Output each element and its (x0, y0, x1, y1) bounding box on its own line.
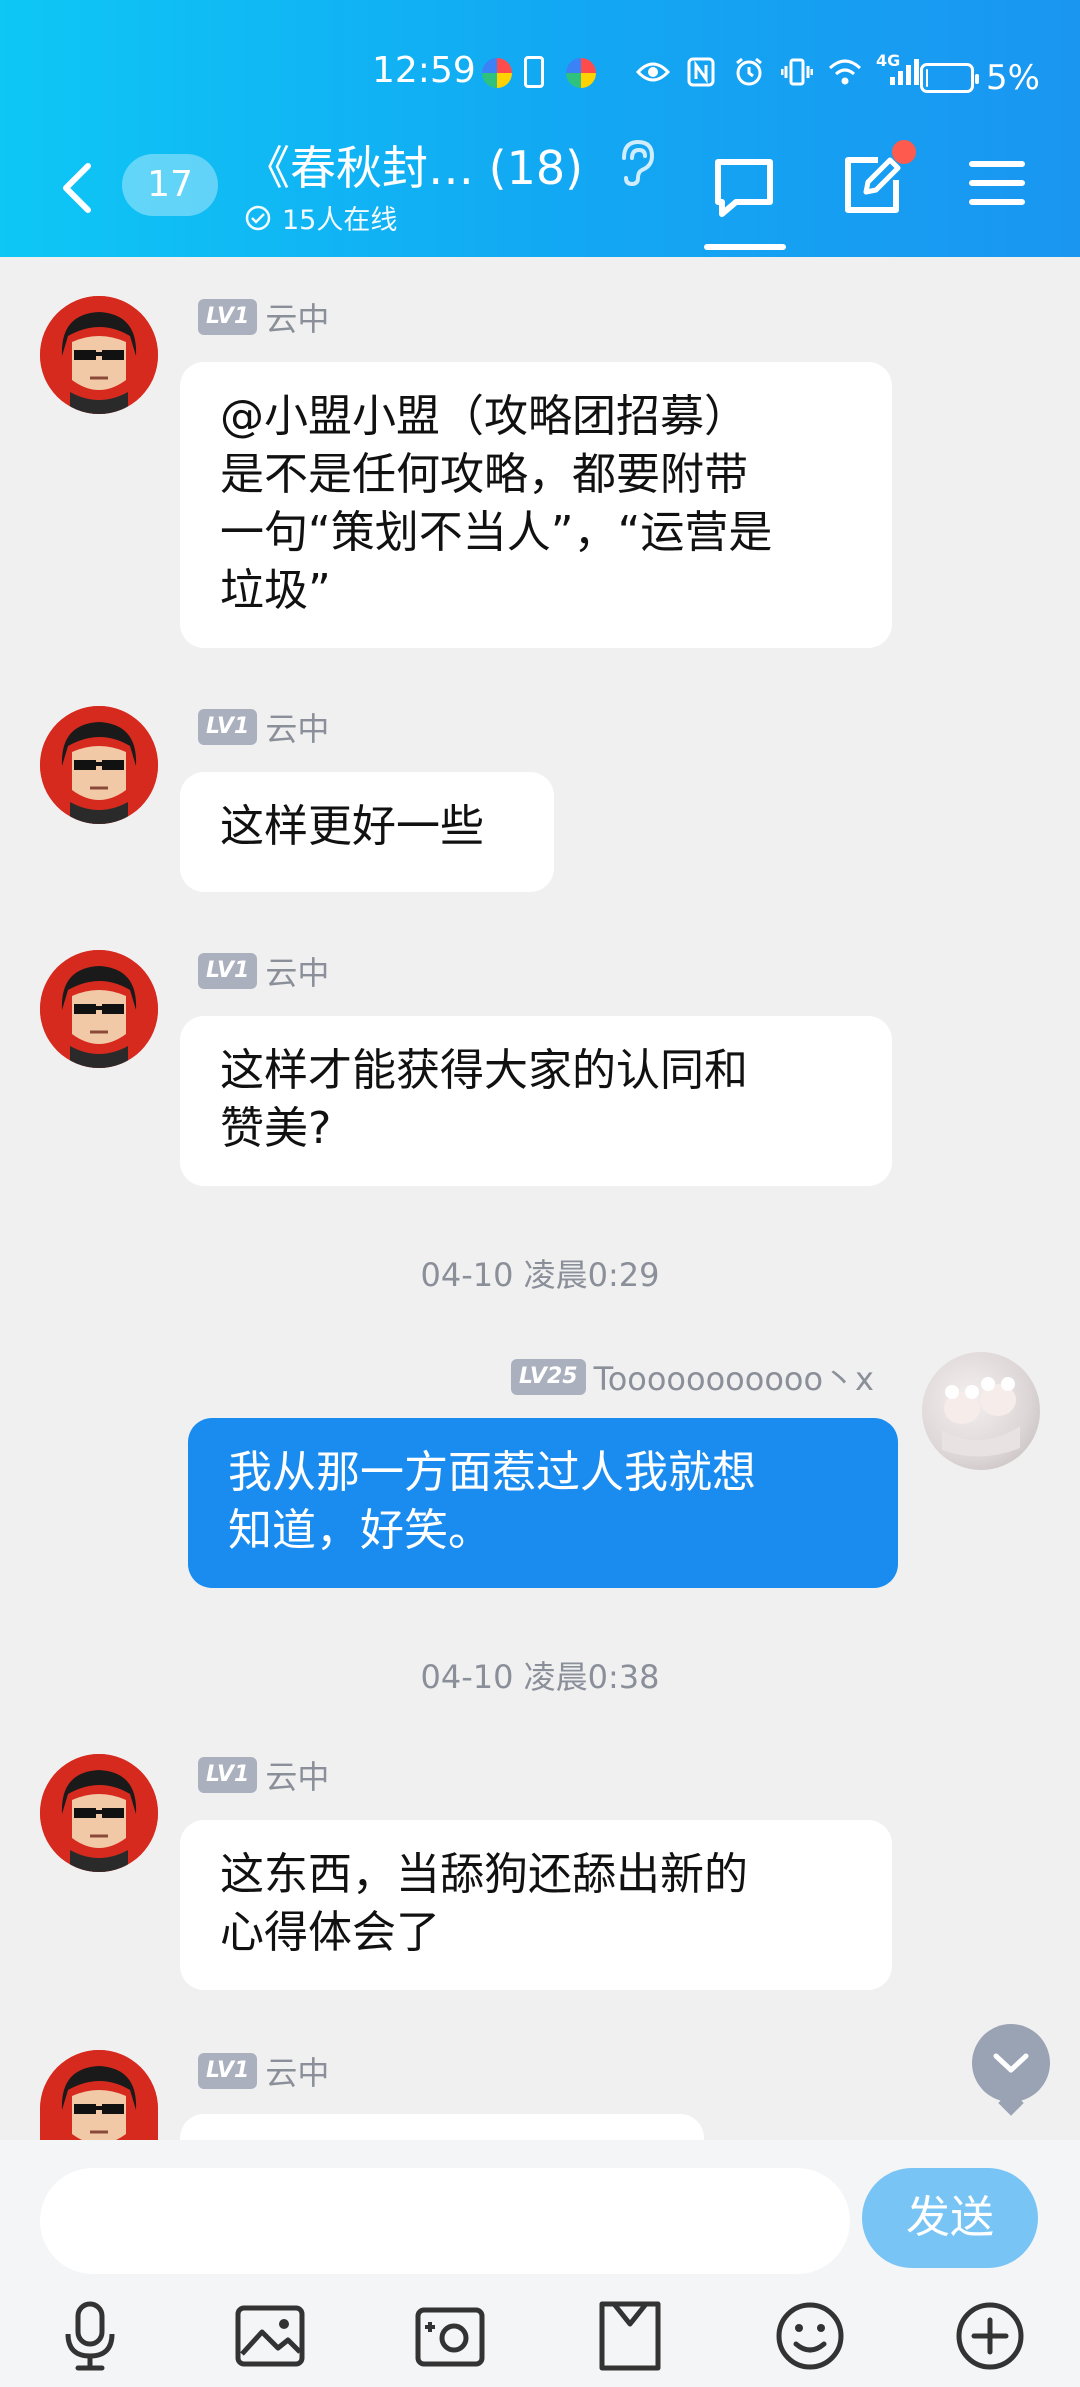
header: 12:59 4G 5% 17 《春秋封… (18) 15人在线 (0, 0, 1080, 257)
notification-dot (892, 140, 916, 164)
sunglasses-avatar-icon (40, 296, 158, 414)
chat-tab[interactable] (712, 156, 776, 218)
check-circle-icon (245, 205, 271, 230)
status-icons: 4G (636, 51, 922, 92)
message-input[interactable] (40, 2168, 850, 2274)
more-button[interactable] (952, 2298, 1028, 2374)
wifi-icon (828, 55, 862, 89)
message-bubble[interactable]: 这样更好一些 (180, 772, 554, 892)
sender-info: LV1 云中 (198, 1752, 329, 1798)
alarm-icon (732, 55, 766, 89)
self-message-bubble[interactable]: 我从那一方面惹过人我就想 知道，好笑。 (188, 1418, 898, 1588)
file-button[interactable] (592, 2298, 668, 2374)
timestamp: 04-10 凌晨0:38 (420, 1658, 660, 1696)
avatar[interactable] (40, 706, 158, 824)
input-toolbar (0, 2298, 1080, 2378)
network-type: 4G (876, 51, 901, 70)
battery-indicator: 5% (920, 58, 1040, 98)
image-button[interactable] (232, 2298, 308, 2374)
battery-icon (920, 63, 979, 93)
status-time: 12:59 (372, 50, 476, 91)
sender-info: LV25 Tooooooooooo丶x (510, 1354, 874, 1400)
emoji-button[interactable] (772, 2298, 848, 2374)
sender-name[interactable]: 云中 (265, 294, 329, 340)
avatar[interactable] (40, 296, 158, 414)
camera-icon (415, 2307, 485, 2367)
sender-info: LV1 云中 (198, 704, 329, 750)
sunglasses-avatar-icon (40, 1754, 158, 1872)
sender-info: LV1 云中 (198, 948, 329, 994)
avatar[interactable] (40, 2050, 158, 2140)
status-bar: 12:59 4G 5% (0, 40, 1080, 104)
back-button[interactable] (54, 158, 104, 218)
battery-percent: 5% (986, 58, 1040, 98)
app-notification-icon (482, 58, 512, 88)
sunglasses-avatar-icon (40, 2050, 158, 2140)
online-count: 15人在线 (282, 205, 398, 236)
input-area: 发送 (0, 2140, 1080, 2387)
sunglasses-avatar-icon (40, 706, 158, 824)
scroll-to-bottom-button[interactable] (972, 2024, 1050, 2102)
level-badge: LV1 (198, 2053, 258, 2089)
sender-name[interactable]: 云中 (265, 1752, 329, 1798)
voice-button[interactable] (52, 2298, 128, 2374)
menu-icon (969, 161, 1025, 205)
unread-count-badge[interactable]: 17 (122, 154, 218, 216)
level-badge: LV1 (198, 709, 258, 745)
level-badge: LV1 (198, 953, 258, 989)
babies-photo-avatar-icon (942, 1377, 1020, 1457)
active-tab-indicator (704, 244, 786, 250)
sender-name[interactable]: 云中 (265, 704, 329, 750)
sender-name[interactable]: Tooooooooooo丶x (594, 1354, 874, 1400)
eye-icon (636, 55, 670, 89)
chevron-down-icon (993, 2053, 1029, 2073)
ear-icon[interactable] (614, 138, 658, 188)
sunglasses-avatar-icon (40, 950, 158, 1068)
sender-info: LV1 云中 (198, 294, 329, 340)
avatar[interactable] (40, 1754, 158, 1872)
message-bubble[interactable]: 这东西，当舔狗还舔出新的 心得体会了 (180, 1820, 892, 1990)
sender-name[interactable]: 云中 (265, 948, 329, 994)
camera-button[interactable] (412, 2298, 488, 2374)
microphone-icon (65, 2301, 115, 2371)
message-bubble[interactable]: @小盟小盟（攻略团招募） 是不是任何攻略，都要附带 一句“策划不当人”，“运营是… (180, 362, 892, 648)
app-notification-icon (566, 58, 596, 88)
timestamp: 04-10 凌晨0:29 (420, 1256, 660, 1294)
message-bubble[interactable] (180, 2114, 704, 2140)
self-avatar[interactable] (922, 1352, 1040, 1470)
image-icon (235, 2305, 305, 2367)
folder-icon (599, 2301, 661, 2371)
plus-icon (956, 2302, 1024, 2370)
emoji-icon (776, 2302, 844, 2370)
online-status: 15人在线 (244, 198, 397, 237)
sender-info: LV1 云中 (198, 2048, 329, 2094)
alert-icon (524, 56, 544, 88)
chat-bubble-icon (715, 159, 773, 217)
avatar[interactable] (40, 950, 158, 1068)
cellular-signal-icon: 4G (876, 51, 922, 89)
level-badge: LV1 (198, 1757, 258, 1793)
group-title[interactable]: 《春秋封… (18) (244, 132, 583, 198)
chat-nav-bar: 17 《春秋封… (18) 15人在线 (0, 128, 1080, 250)
back-arrow-icon (63, 163, 91, 213)
send-button[interactable]: 发送 (862, 2168, 1038, 2268)
sender-name[interactable]: 云中 (265, 2048, 329, 2094)
menu-button[interactable] (968, 158, 1026, 208)
nfc-icon (684, 55, 718, 89)
level-badge: LV1 (198, 299, 258, 335)
vibrate-icon (780, 55, 814, 89)
message-bubble[interactable]: 这样才能获得大家的认同和 赞美? (180, 1016, 892, 1186)
level-badge: LV25 (510, 1359, 586, 1395)
